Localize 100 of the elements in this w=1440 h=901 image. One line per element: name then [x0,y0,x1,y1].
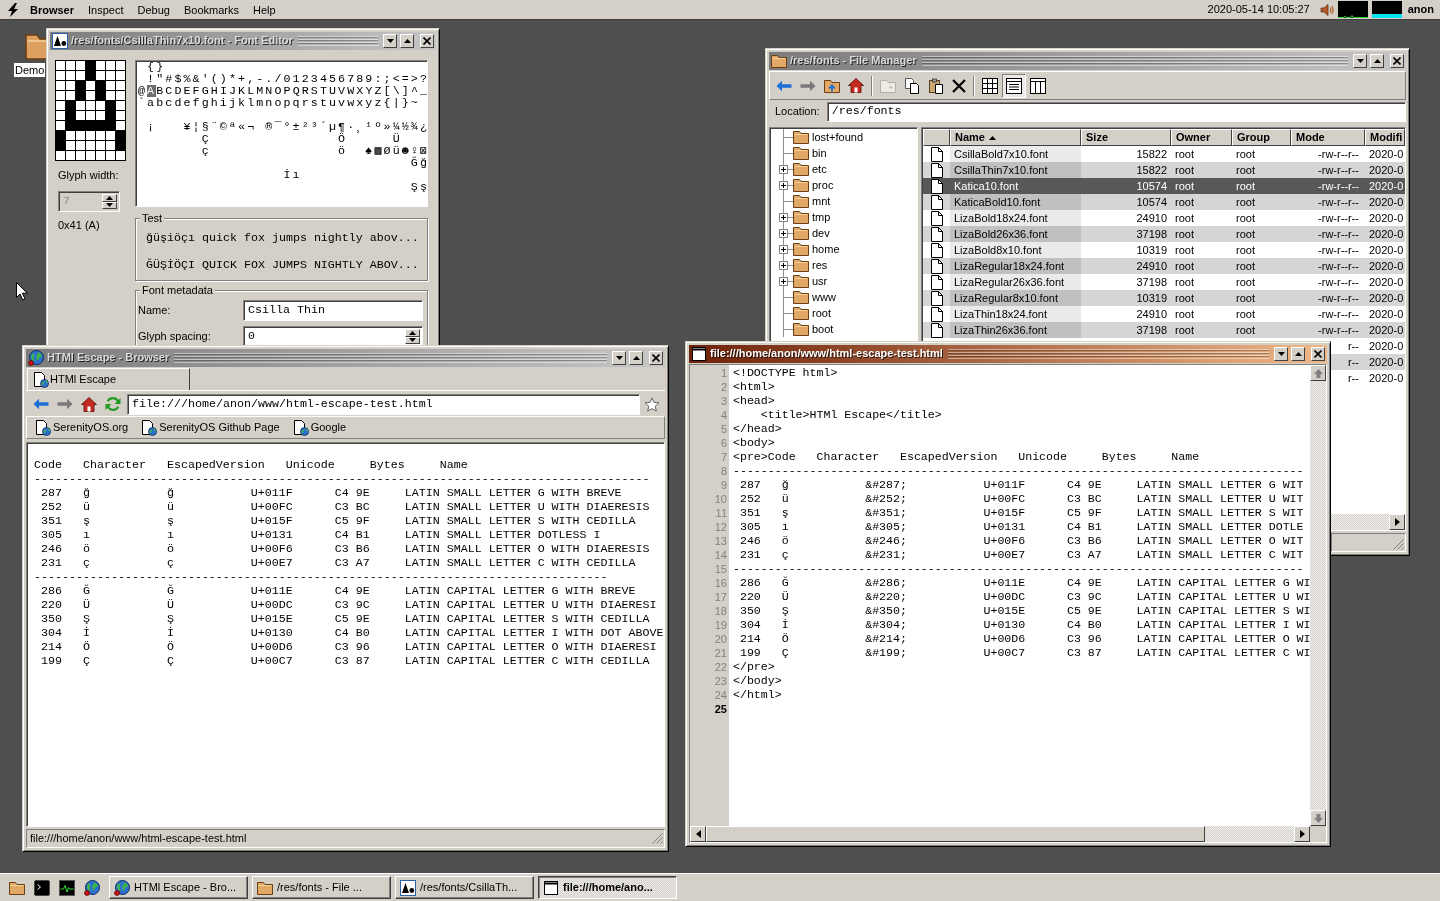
taskbar-button[interactable]: /res/fonts - File ... [252,876,391,899]
delete-icon[interactable] [952,78,966,93]
glyph-pixel[interactable] [66,151,76,161]
file-row[interactable]: LizaThin18x24.font 24910 root root -rw-r--r-- 2020-0 [923,306,1405,322]
scroll-down-button[interactable] [1310,810,1326,826]
maximize-button[interactable] [400,34,414,48]
file-row[interactable]: CsillaThin7x10.font 15822 root root -rw-r--r-- 2020-0 [923,162,1405,178]
cpu-graph-drawing[interactable] [1337,1,1368,18]
tree-item[interactable]: mnt [812,194,831,208]
paste-icon[interactable] [928,77,944,94]
expand-icon[interactable] [779,212,788,222]
glyph-pixel[interactable] [56,71,66,81]
spin-down-button[interactable] [405,336,420,344]
expand-icon[interactable] [779,228,788,238]
scroll-right-button[interactable] [1389,514,1405,530]
glyph-pixel[interactable] [116,61,126,71]
menu-item[interactable]: Help [245,0,283,19]
lightning-icon[interactable] [8,2,18,17]
file-row[interactable]: r-- 2020-0 [1331,338,1405,354]
desktop-icon-label[interactable]: Demo [14,63,46,77]
star-icon[interactable] [644,396,660,412]
view-mode-button[interactable] [1002,73,1026,98]
tree-item[interactable]: proc [812,178,834,192]
bookmark-link[interactable]: Google [289,419,350,436]
glyph-pixel[interactable] [106,141,116,151]
scroll-left-button[interactable] [690,826,706,842]
glyph-pixel[interactable] [76,141,86,151]
glyph-pixel[interactable] [116,81,126,91]
column-header[interactable] [923,129,950,146]
forward-icon[interactable] [800,79,816,92]
glyph-pixel[interactable] [116,121,126,131]
menu-item[interactable]: Debug [130,0,177,19]
minimize-button[interactable] [1274,347,1288,361]
glyph-pixel[interactable] [106,71,116,81]
scroll-right-button[interactable] [1294,826,1310,842]
glyph-pixel[interactable] [86,81,96,91]
back-icon[interactable] [33,398,49,410]
glyph-pixel[interactable] [76,111,86,121]
tree-item[interactable]: boot [812,322,834,336]
glyph-characters[interactable]: Ğğ [138,157,430,169]
column-header[interactable]: Group [1232,129,1291,146]
expand-icon[interactable] [779,164,788,174]
location-field[interactable]: /res/fonts [826,102,1406,122]
column-header[interactable]: Owner [1171,129,1232,146]
tree-item[interactable]: usr [812,274,828,288]
spin-up-button[interactable] [405,329,420,337]
memory-graph-drawing[interactable] [1371,1,1402,18]
glyph-characters[interactable]: !"#$%&'()*+,-./0123456789:;<=>? [138,73,430,85]
home-icon[interactable] [81,396,97,412]
column-header[interactable]: Size [1081,129,1171,146]
glyph-characters[interactable]: Ç Ö Ü [138,133,402,145]
title-bar[interactable]: file:///home/anon/www/html-escape-test.html [689,345,1327,363]
glyph-pixel[interactable] [66,131,76,141]
glyph-pixel[interactable] [56,91,66,101]
taskbar-button[interactable]: /res/fonts/CsillaTh... [395,876,534,899]
glyph-pixel[interactable] [66,141,76,151]
glyph-pixel[interactable] [66,81,76,91]
folder-up-icon[interactable] [824,78,840,93]
bookmark-link[interactable]: SerenityOS.org [32,419,132,436]
taskbar-button[interactable]: file:///home/ano... [538,876,677,899]
glyph-pixel[interactable] [76,101,86,111]
minimize-button[interactable] [383,34,397,48]
back-icon[interactable] [776,79,792,92]
speaker-icon[interactable] [1319,2,1334,17]
file-row[interactable]: KaticaBold10.font 10574 root root -rw-r--r-- 2020-0 [923,194,1405,210]
taskbar-button[interactable]: HTMl Escape - Bro... [109,876,248,899]
copy-icon[interactable] [904,77,920,94]
glyph-pixel[interactable] [106,131,116,141]
glyph-pixel[interactable] [86,101,96,111]
url-field[interactable]: file:///home/anon/www/html-escape-test.html [127,393,640,415]
number-spinbox[interactable]: 0 [243,326,423,347]
file-row[interactable]: LizaRegular18x24.font 24910 root root -rw-r--r-- 2020-0 [923,258,1405,274]
glyph-pixel[interactable] [96,151,106,161]
globe-icon[interactable] [84,879,100,896]
glyph-pixel[interactable] [66,91,76,101]
glyph-pixel[interactable] [76,71,86,81]
file-row[interactable]: LizaBold8x10.font 10319 root root -rw-r--r-- 2020-0 [923,242,1405,258]
column-header[interactable]: Mode [1291,129,1365,146]
glyph-pixel[interactable] [106,91,116,101]
glyph-pixel[interactable] [96,71,106,81]
minimize-button[interactable] [612,351,626,365]
glyph-characters[interactable]: `abcdefghijklmnopqrstuvwxyz{|}~ [138,97,420,109]
glyph-pixel[interactable] [116,71,126,81]
glyph-pixel[interactable] [86,141,96,151]
terminal-icon[interactable] [34,879,50,896]
glyph-pixel[interactable] [76,61,86,71]
glyph-pixel[interactable] [96,141,106,151]
glyph-characters[interactable]: ç ö ♠▩Øü☻♀⊠ [138,145,430,157]
resize-grip-icon[interactable] [1393,539,1404,550]
pulse-monitor-icon[interactable] [59,879,75,896]
file-row[interactable]: LizaThin26x36.font 37198 root root -rw-r--r-- 2020-0 [923,322,1405,338]
tree-item[interactable]: www [812,290,836,304]
glyph-pixel[interactable] [96,111,106,121]
file-row[interactable]: LizaBold26x36.font 37198 root root -rw-r--r-- 2020-0 [923,226,1405,242]
file-row[interactable]: CsillaBold7x10.font 15822 root root -rw-r--r-- 2020-0 [923,146,1405,162]
glyph-pixel[interactable] [56,61,66,71]
glyph-editor-grid[interactable] [55,60,126,161]
file-row[interactable]: LizaBold18x24.font 24910 root root -rw-r--r-- 2020-0 [923,210,1405,226]
expand-icon[interactable] [779,260,788,270]
home-icon[interactable] [848,78,864,93]
